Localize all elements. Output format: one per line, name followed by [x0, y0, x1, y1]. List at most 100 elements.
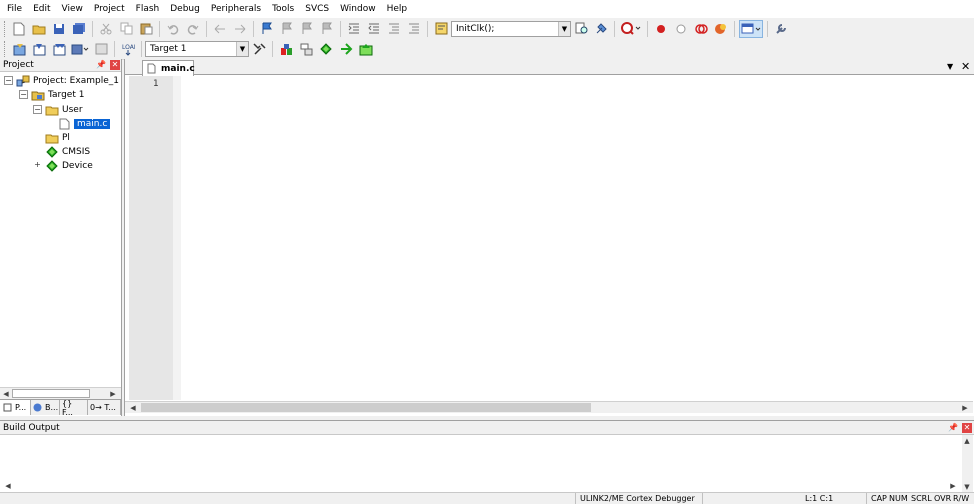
menu-flash[interactable]: Flash [136, 4, 160, 14]
find-combo[interactable]: InitClk(); ▼ [451, 20, 571, 37]
menu-tools[interactable]: Tools [272, 4, 294, 14]
redo-icon[interactable] [184, 20, 202, 38]
pin-icon[interactable]: 📌 [96, 60, 106, 69]
scroll-up-icon[interactable]: ▲ [962, 436, 972, 446]
tab-templates[interactable]: 0→ T... [88, 400, 121, 415]
paste-icon[interactable] [137, 20, 155, 38]
rebuild-icon[interactable] [50, 40, 68, 58]
pack-installer-icon[interactable] [317, 40, 335, 58]
disable-breakpoint-icon[interactable] [672, 20, 690, 38]
tree-folder-pl-label: Pl [62, 132, 70, 143]
menu-debug[interactable]: Debug [170, 4, 200, 14]
open-folder-icon[interactable] [30, 20, 48, 38]
tab-list-dropdown-icon[interactable]: ▼ [947, 62, 953, 71]
copy-icon[interactable] [117, 20, 135, 38]
scroll-left-icon[interactable]: ◀ [128, 403, 138, 413]
menu-file[interactable]: File [7, 4, 22, 14]
editor-horizontal-scrollbar[interactable]: ◀ ▶ [125, 401, 973, 413]
tab-templates-label: 0→ T... [90, 403, 116, 412]
tree-folder-pl[interactable]: Pl [45, 131, 70, 144]
manage-multi-project-icon[interactable] [297, 40, 315, 58]
comment-icon[interactable] [385, 20, 403, 38]
scroll-left-icon[interactable]: ◀ [1, 389, 11, 399]
menu-peripherals[interactable]: Peripherals [211, 4, 261, 14]
status-overwrite: OVR [934, 494, 952, 503]
scroll-right-icon[interactable]: ▶ [108, 389, 118, 399]
manage-run-time-environment-icon[interactable] [357, 40, 375, 58]
tree-group-user[interactable]: − User [33, 103, 83, 116]
build-output-vertical-scrollbar[interactable]: ▲ ▼ [962, 435, 973, 493]
file-extensions-icon[interactable] [277, 40, 295, 58]
menu-window[interactable]: Window [340, 4, 376, 14]
collapse-icon[interactable]: − [4, 76, 13, 85]
save-icon[interactable] [50, 20, 68, 38]
collapse-icon[interactable]: − [33, 105, 42, 114]
tab-books[interactable]: B... [31, 400, 60, 415]
bookmark-icon[interactable] [258, 20, 276, 38]
chevron-down-icon[interactable]: ▼ [558, 21, 570, 36]
disable-all-breakpoints-icon[interactable] [692, 20, 710, 38]
navigate-back-icon[interactable] [211, 20, 229, 38]
breakpoint-icon[interactable] [652, 20, 670, 38]
cut-icon[interactable] [97, 20, 115, 38]
menu-view[interactable]: View [62, 4, 83, 14]
new-file-icon[interactable] [10, 20, 28, 38]
unindent-icon[interactable] [365, 20, 383, 38]
batch-build-icon[interactable] [70, 40, 90, 58]
toolbar-grip[interactable] [4, 41, 7, 57]
menu-help[interactable]: Help [387, 4, 408, 14]
scroll-left-icon[interactable]: ◀ [3, 481, 13, 491]
close-icon[interactable]: ✕ [962, 423, 972, 433]
books-tab-icon [33, 402, 42, 414]
target-select[interactable]: Target 1 ▼ [145, 41, 249, 57]
find-in-files-icon[interactable] [432, 20, 450, 38]
code-text-area[interactable] [181, 76, 973, 400]
close-icon[interactable]: ✕ [110, 60, 120, 70]
tab-project[interactable]: P... [0, 400, 31, 415]
menu-project[interactable]: Project [94, 4, 125, 14]
find-icon[interactable] [572, 20, 590, 38]
expand-icon[interactable]: + [33, 161, 42, 170]
scroll-down-icon[interactable]: ▼ [962, 482, 972, 492]
build-icon[interactable] [30, 40, 48, 58]
tree-file-main[interactable]: main.c [57, 117, 111, 130]
toolbar-grip[interactable] [4, 20, 7, 37]
tree-device[interactable]: + Device [33, 159, 93, 172]
close-tab-icon[interactable]: ✕ [961, 60, 970, 73]
chevron-down-icon[interactable]: ▼ [236, 42, 248, 56]
clear-bookmarks-icon[interactable] [318, 20, 336, 38]
navigate-forward-icon[interactable] [231, 20, 249, 38]
collapse-icon[interactable]: − [19, 90, 28, 99]
save-all-icon[interactable] [70, 20, 88, 38]
debug-session-icon[interactable] [619, 20, 643, 38]
uncomment-icon[interactable] [405, 20, 423, 38]
select-software-packs-icon[interactable] [337, 40, 355, 58]
prev-bookmark-icon[interactable] [278, 20, 296, 38]
menu-edit[interactable]: Edit [33, 4, 50, 14]
tree-device-label: Device [62, 160, 93, 171]
next-bookmark-icon[interactable] [298, 20, 316, 38]
tab-functions[interactable]: {} F... [60, 399, 88, 417]
build-output-text[interactable] [0, 436, 960, 493]
undo-icon[interactable] [164, 20, 182, 38]
tree-cmsis[interactable]: CMSIS [45, 145, 90, 158]
configure-wrench-icon[interactable] [772, 20, 790, 38]
target-options-icon[interactable] [250, 40, 268, 58]
scrollbar-thumb[interactable] [12, 389, 90, 398]
window-layout-icon[interactable] [739, 19, 763, 38]
scrollbar-thumb[interactable] [141, 403, 591, 412]
project-horizontal-scrollbar[interactable]: ◀ ▶ [0, 387, 121, 399]
scroll-right-icon[interactable]: ▶ [948, 481, 958, 491]
kill-all-breakpoints-icon[interactable] [712, 20, 730, 38]
pin-icon[interactable]: 📌 [948, 423, 958, 432]
translate-icon[interactable] [10, 40, 28, 58]
editor-tab-main[interactable]: main.c [142, 60, 195, 76]
menu-svcs[interactable]: SVCS [305, 4, 329, 14]
tree-target[interactable]: − Target 1 [19, 88, 84, 101]
download-load-icon[interactable]: LOAD [119, 40, 137, 58]
incremental-find-icon[interactable] [592, 20, 610, 38]
tree-project[interactable]: − Project: Example_1 [4, 74, 119, 87]
stop-build-icon[interactable] [92, 40, 110, 58]
indent-icon[interactable] [345, 20, 363, 38]
scroll-right-icon[interactable]: ▶ [960, 403, 970, 413]
